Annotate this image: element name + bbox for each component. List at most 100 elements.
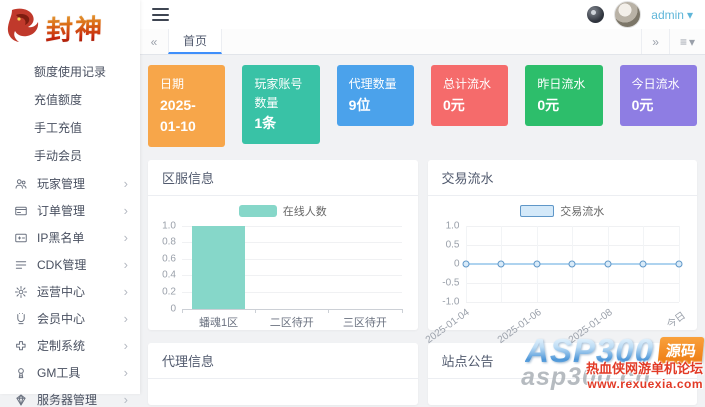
gridline (466, 302, 680, 303)
sidebar-subitem[interactable]: 手工充值 (0, 114, 140, 142)
axis-tick (402, 309, 403, 313)
chevron-right-icon: › (124, 365, 128, 380)
trade-flow-panel: 交易流水 交易流水 1.00.50-0.5-1.02025-01-042025-… (428, 160, 698, 330)
chevron-right-icon: › (124, 338, 128, 353)
chevron-right-icon: › (124, 284, 128, 299)
sidebar-subitem[interactable]: 手动会员 (0, 142, 140, 170)
stat-card-label: 日期 (160, 75, 213, 94)
stat-card[interactable]: 总计流水0元 (431, 65, 508, 126)
bar-chart: 1.00.80.60.40.20蟠魂1区二区待开三区待开 (182, 226, 402, 310)
y-axis-tick-label: 0.6 (162, 253, 176, 264)
line-legend[interactable]: 交易流水 (428, 203, 698, 219)
x-axis-tick-label: 2025-01-06 (495, 307, 543, 346)
logo[interactable]: 封神 (0, 0, 140, 54)
stat-card-value: 0元 (632, 95, 685, 116)
right-column: admin ▾ « 首页 » ≡ ▾ 日期2025-01-10玩家账号数量1条代… (140, 0, 705, 407)
chevron-down-icon: ▾ (687, 8, 693, 22)
x-axis-labels: 2025-01-042025-01-062025-01-08今日 (466, 305, 680, 331)
logo-title: 封神 (45, 6, 104, 47)
line-chart: 1.00.50-0.5-1.02025-01-042025-01-062025-… (466, 226, 680, 302)
theme-icon[interactable] (587, 6, 604, 23)
sidebar-item-label: 订单管理 (37, 202, 124, 219)
hamburger-icon[interactable] (152, 8, 169, 21)
chevron-right-icon: › (124, 311, 128, 326)
bar[interactable] (192, 226, 245, 309)
sidebar-item[interactable]: 运营中心› (0, 278, 140, 305)
x-axis-tick-label: 2025-01-04 (424, 307, 472, 346)
stat-card-value: 1条 (254, 113, 307, 134)
sidebar-item[interactable]: 订单管理› (0, 197, 140, 224)
axis-tick (328, 309, 329, 313)
stat-card[interactable]: 代理数量9位 (337, 65, 414, 126)
data-point[interactable] (569, 260, 576, 267)
sidebar-item[interactable]: CDK管理› (0, 251, 140, 278)
info-row: 代理信息 站点公告 (148, 343, 697, 405)
chevron-right-icon: › (124, 203, 128, 218)
data-point[interactable] (498, 260, 505, 267)
legend-label: 交易流水 (560, 203, 604, 219)
tabs-scroll-left-icon[interactable]: « (140, 35, 168, 49)
y-axis-tick-label: -0.5 (442, 277, 459, 288)
sidebar-item-label: 服务器管理 (37, 391, 124, 407)
zone-panel-title: 区服信息 (148, 160, 418, 196)
chevron-right-icon: › (124, 392, 128, 407)
avatar[interactable] (614, 1, 641, 28)
axis-tick (182, 309, 183, 313)
sidebar-item[interactable]: GM工具› (0, 359, 140, 386)
sidebar-item[interactable]: 定制系统› (0, 332, 140, 359)
site-panel-title: 站点公告 (428, 343, 698, 379)
y-axis-tick-label: 1.0 (446, 220, 460, 231)
sidebar-item-label: 会员中心 (37, 310, 124, 327)
trade-panel-title: 交易流水 (428, 160, 698, 196)
sidebar-item[interactable]: 会员中心› (0, 305, 140, 332)
app: 封神 额度使用记录充值额度手工充值手动会员玩家管理›订单管理›IP黑名单›CDK… (0, 0, 705, 407)
tabs-scroll-right-icon[interactable]: » (641, 29, 669, 54)
stat-card-label: 代理数量 (349, 75, 402, 94)
user-menu[interactable]: admin ▾ (651, 8, 693, 22)
y-axis-tick-label: -1.0 (442, 296, 459, 307)
sidebar-menu: 额度使用记录充值额度手工充值手动会员玩家管理›订单管理›IP黑名单›CDK管理›… (0, 54, 140, 407)
main-content: 日期2025-01-10玩家账号数量1条代理数量9位总计流水0元昨日流水0元今日… (140, 55, 705, 407)
sidebar-item[interactable]: IP黑名单› (0, 224, 140, 251)
chevron-right-icon: › (124, 257, 128, 272)
username: admin (651, 8, 684, 22)
sidebar: 封神 额度使用记录充值额度手工充值手动会员玩家管理›订单管理›IP黑名单›CDK… (0, 0, 140, 394)
bar-legend[interactable]: 在线人数 (148, 203, 418, 219)
data-point[interactable] (462, 260, 469, 267)
sidebar-item-label: 玩家管理 (37, 175, 124, 192)
x-axis-tick-label: 三区待开 (343, 314, 387, 330)
sidebar-item[interactable]: 服务器管理› (0, 386, 140, 407)
stat-card-value: 0元 (443, 95, 496, 116)
tabs-menu-button[interactable]: ≡ ▾ (669, 29, 705, 54)
y-axis-tick-label: 0.8 (162, 237, 176, 248)
x-axis-tick-label: 二区待开 (270, 314, 314, 330)
y-axis-tick-label: 1.0 (162, 220, 176, 231)
tab-home[interactable]: 首页 (168, 29, 222, 54)
stat-card[interactable]: 玩家账号数量1条 (242, 65, 319, 144)
data-point[interactable] (676, 260, 683, 267)
legend-label: 在线人数 (283, 203, 327, 219)
stat-card-label: 玩家账号数量 (254, 75, 307, 112)
list-icon: ≡ (680, 35, 687, 49)
sidebar-item[interactable]: 玩家管理› (0, 170, 140, 197)
stat-card[interactable]: 今日流水0元 (620, 65, 697, 126)
y-axis-tick-label: 0.5 (446, 239, 460, 250)
data-point[interactable] (533, 260, 540, 267)
sidebar-subitem[interactable]: 额度使用记录 (0, 58, 140, 86)
legend-swatch (520, 205, 554, 217)
axis-tick (255, 309, 256, 313)
dragon-logo-icon (6, 6, 46, 48)
sidebar-item-label: IP黑名单 (37, 229, 124, 246)
tab-bar: « 首页 » ≡ ▾ (140, 29, 705, 55)
sidebar-subitem[interactable]: 充值额度 (0, 86, 140, 114)
sidebar-item-label: 运营中心 (37, 283, 124, 300)
stat-card[interactable]: 日期2025-01-10 (148, 65, 225, 147)
data-point[interactable] (640, 260, 647, 267)
stat-card[interactable]: 昨日流水0元 (525, 65, 602, 126)
charts-row: 区服信息 在线人数 1.00.80.60.40.20蟠魂1区二区待开三区待开 交… (148, 160, 697, 330)
x-axis-tick-label: 蟠魂1区 (199, 314, 238, 330)
users-icon (14, 176, 29, 191)
zone-info-panel: 区服信息 在线人数 1.00.80.60.40.20蟠魂1区二区待开三区待开 (148, 160, 418, 330)
data-point[interactable] (604, 260, 611, 267)
tab-home-label: 首页 (183, 32, 207, 49)
